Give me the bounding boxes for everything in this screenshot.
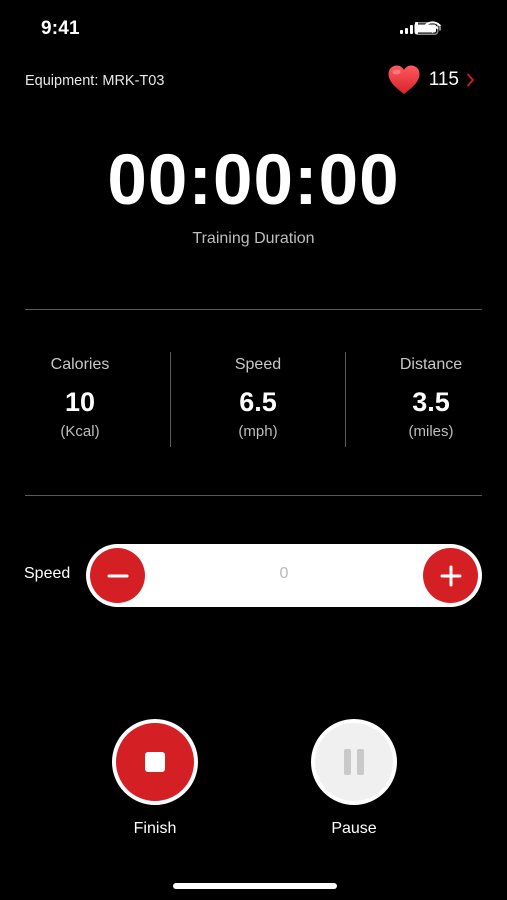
stop-icon — [145, 752, 165, 772]
pause-button[interactable] — [311, 719, 397, 805]
finish-action: Finish — [112, 719, 198, 838]
heart-rate-value: 115 — [428, 69, 459, 90]
stat-unit: (mph) — [238, 423, 278, 440]
pause-icon — [344, 749, 364, 775]
battery-icon — [414, 22, 441, 35]
speed-increase-button[interactable] — [423, 548, 478, 603]
stats-panel: Calories 10 (Kcal) Speed 6.5 (mph) Dista… — [0, 352, 507, 448]
stat-calories: Calories 10 (Kcal) — [10, 352, 150, 440]
speed-stepper: 0 — [86, 544, 482, 607]
status-bar: 9:41 — [0, 0, 507, 58]
stat-label: Speed — [234, 356, 282, 373]
stat-unit: (miles) — [408, 423, 454, 440]
pause-action: Pause — [311, 719, 397, 838]
pause-label: Pause — [331, 820, 377, 837]
stat-label: Calories — [50, 356, 110, 373]
status-time: 9:41 — [41, 18, 80, 39]
home-indicator[interactable] — [173, 883, 337, 889]
stat-unit: (Kcal) — [60, 423, 100, 440]
divider — [25, 309, 482, 310]
heart-icon — [388, 65, 420, 94]
stat-label: Distance — [399, 356, 463, 373]
chevron-right-icon — [467, 73, 474, 87]
training-timer: 00:00:00 — [107, 141, 400, 220]
stat-separator — [345, 352, 346, 447]
speed-control-label: Speed — [24, 565, 71, 582]
training-duration-label: Training Duration — [192, 230, 315, 247]
stat-value: 6.5 — [239, 387, 277, 417]
stat-separator — [170, 352, 171, 447]
divider — [25, 495, 482, 496]
stat-value: 10 — [64, 387, 96, 417]
finish-button[interactable] — [112, 719, 198, 805]
equipment-label: Equipment: MRK-T03 — [25, 73, 165, 89]
heart-rate-button[interactable]: 115 — [387, 64, 475, 96]
stat-value: 3.5 — [412, 387, 450, 417]
stat-speed: Speed 6.5 (mph) — [188, 352, 328, 440]
plus-icon — [440, 565, 461, 586]
stat-distance: Distance 3.5 (miles) — [361, 352, 501, 440]
finish-label: Finish — [133, 820, 177, 837]
